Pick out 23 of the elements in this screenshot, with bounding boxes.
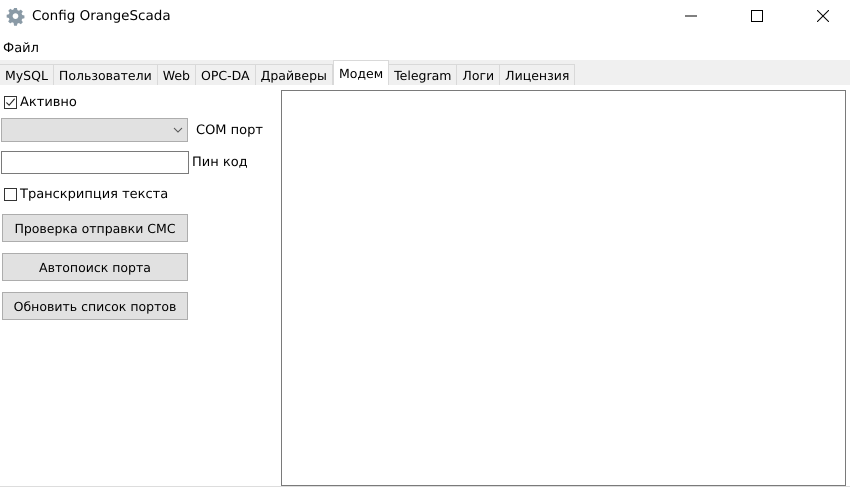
menu-item[interactable]: Файл	[0, 40, 42, 56]
checkbox-label[interactable]: Активно	[20, 94, 77, 110]
checkbox[interactable]	[4, 188, 17, 201]
tab[interactable]: Драйверы	[256, 64, 333, 86]
tab[interactable]: MySQL	[0, 64, 54, 86]
pin-field[interactable]	[1, 150, 189, 174]
tab[interactable]: Лицензия	[500, 64, 576, 86]
tab[interactable]: Модем	[332, 60, 390, 86]
field-label: COM порт	[196, 122, 263, 138]
action-button[interactable]: Автопоиск порта	[2, 253, 188, 282]
action-button[interactable]: Обновить список портов	[2, 292, 188, 320]
tab[interactable]: OPC-DA	[196, 64, 256, 86]
caret-icon	[173, 127, 183, 134]
tab[interactable]: Web	[158, 64, 196, 86]
action-button[interactable]: Проверка отправки СМС	[2, 214, 188, 242]
gear-icon	[6, 6, 25, 26]
tab[interactable]: Telegram	[389, 64, 458, 86]
tab[interactable]: Логи	[457, 64, 500, 86]
tab[interactable]: Пользователи	[54, 64, 158, 86]
checkbox-label[interactable]: Транскрипция текста	[20, 186, 168, 202]
checkbox[interactable]	[4, 96, 17, 109]
window-title: Config OrangeScada	[32, 8, 171, 24]
field-label: Пин код	[192, 154, 248, 170]
